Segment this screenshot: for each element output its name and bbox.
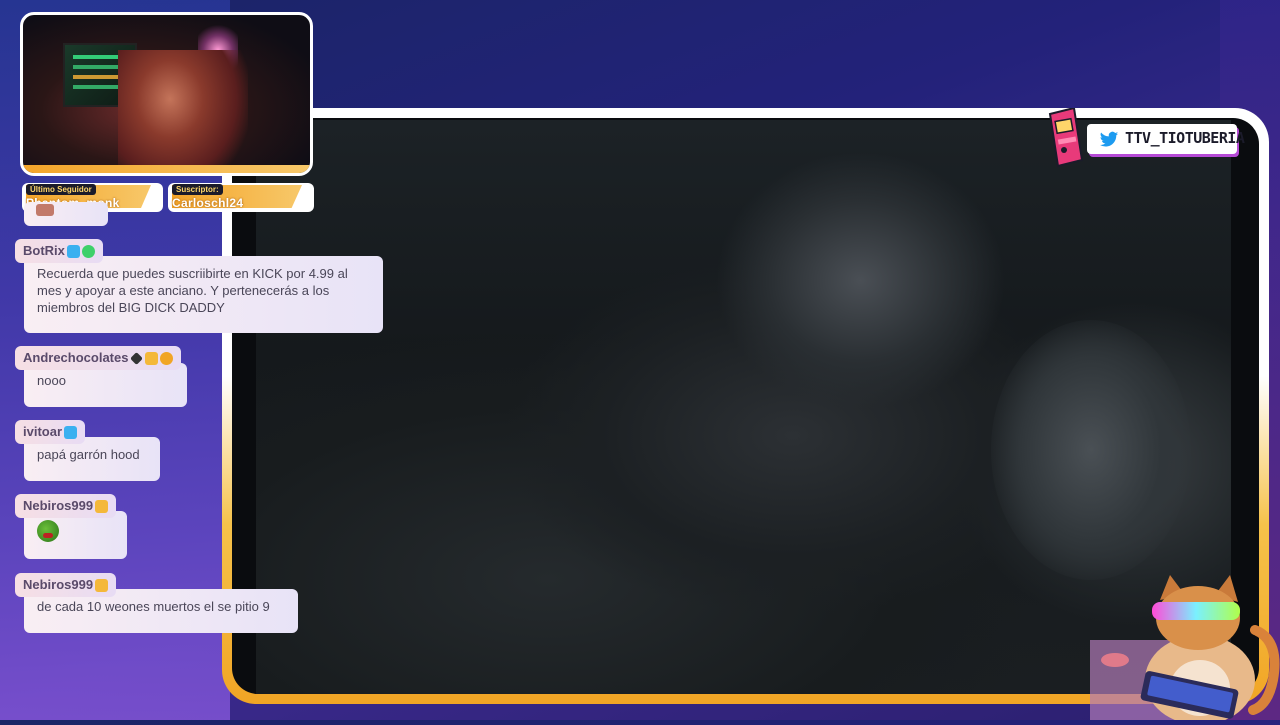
subscriber-badge: Suscriptor: Carloschl24 [168,183,314,212]
video-player[interactable] [256,120,1231,694]
pepe-emote-icon [37,520,59,542]
sub-badge-icon [95,500,109,514]
sub-badge-icon [145,352,159,366]
webcam-streamer [118,50,248,173]
chat-emote [36,204,54,216]
subscriber-value: Carloschl24 [172,196,244,210]
webcam-edge [23,165,310,173]
chat-username-text: ivitoar [23,424,63,439]
arcade-machine-icon [1044,106,1088,168]
subscriber-label: Suscriptor: [172,184,223,195]
sub-badge-icon [95,579,109,593]
cat-mascot-icon [1090,570,1280,725]
twitter-handle-text: TTV_TIOTUBERIA [1125,129,1245,147]
chat-username[interactable]: ivitoar [15,420,86,444]
diamond-badge-icon [130,352,144,365]
check-badge-icon [81,245,95,259]
gift-badge-icon [160,352,174,366]
verified-badge-icon [66,245,80,259]
chat-username-text: BotRix [23,243,65,258]
webcam-feed [20,12,313,176]
chat-username[interactable]: BotRix [15,239,103,263]
verified-badge-icon [64,426,78,440]
chat-previous-message-fragment [24,202,108,226]
chat-message-body [24,511,127,559]
chat-username[interactable]: Andrechocolates [15,346,182,370]
chat-username[interactable]: Nebiros999 [15,573,117,597]
video-highlight [991,320,1191,580]
twitter-bird-icon [1099,131,1119,147]
chat-username-text: Nebiros999 [23,498,94,513]
chat-username-text: Andrechocolates [23,350,129,365]
chat-message-body: Recuerda que puedes suscriibirte en KICK… [24,256,383,333]
twitter-handle-badge: TTV_TIOTUBERIA [1087,124,1245,154]
chat-username-text: Nebiros999 [23,577,94,592]
chat-username[interactable]: Nebiros999 [15,494,117,518]
latest-follower-label: Último Seguidor [26,184,96,195]
